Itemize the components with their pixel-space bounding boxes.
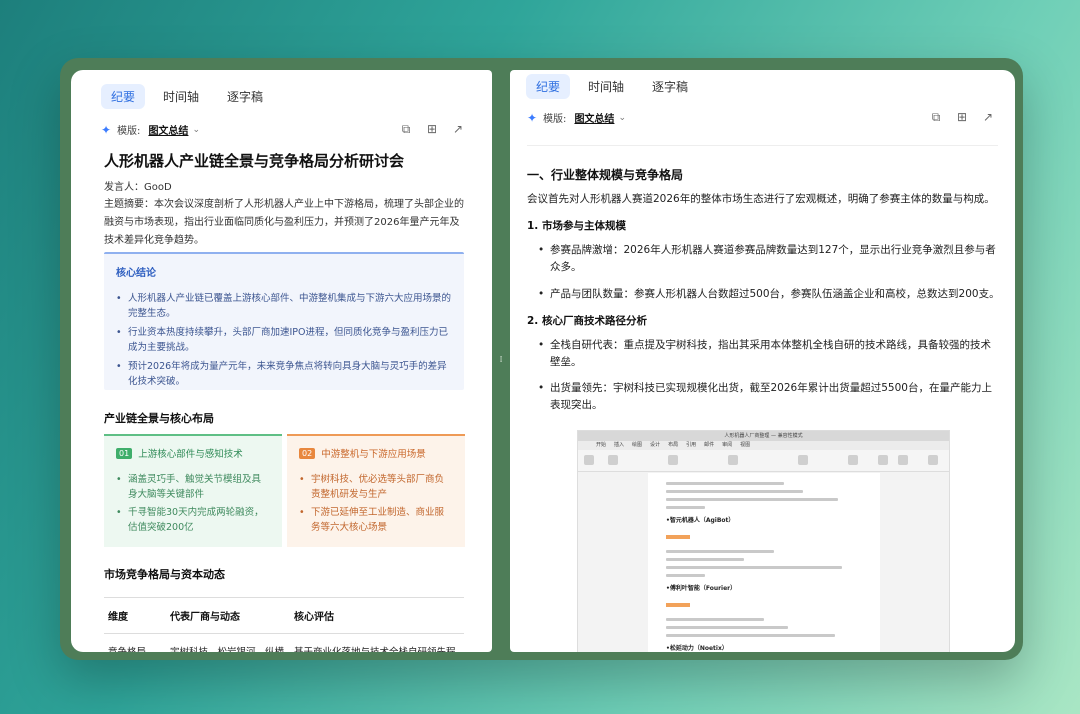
doc-heading: •傅利叶智能（Fourier） — [666, 585, 737, 592]
card-item: 宇树科技、优必选等头部厂商负责整机研发与生产 — [299, 472, 453, 502]
list-item: 全栈自研代表：重点提及宇树科技，指出其采用本体整机全栈自研的技术路线，具备较强的… — [538, 337, 1000, 371]
table-header: 代表厂商与动态 — [166, 597, 290, 634]
intro-paragraph: 会议首先对人形机器人赛道2026年的整体市场生态进行了宏观概述，明确了参赛主体的… — [527, 193, 995, 205]
doc-heading: •松延动力（Noetix） — [666, 645, 728, 652]
doc-menu: 开始 插入 绘图 设计 布局 引用 邮件 审阅 视图 — [578, 441, 949, 450]
card-badge: 01 — [116, 447, 133, 459]
doc-titlebar: 人形机器人厂商整理 — 兼容性模式 — [578, 431, 949, 441]
card-item: 千寻智能30天内完成两轮融资，估值突破200亿 — [116, 505, 270, 535]
header-divider — [527, 145, 998, 146]
doc-menu-item: 插入 — [614, 442, 625, 448]
template-value[interactable]: 图文总结 — [148, 122, 188, 137]
left-tab-bar: 纪要 时间轴 逐字稿 — [101, 84, 273, 109]
share-icon[interactable]: ↗ — [981, 110, 995, 124]
sparkle-icon: ✦ — [527, 110, 538, 125]
table-row: 竞争格局 宇树科技、松岩银河、纵横天宇等 基于商业化落地与技术全栈自研领先程度处… — [104, 634, 464, 652]
right-tab-bar: 纪要 时间轴 逐字稿 — [526, 74, 698, 99]
template-label: 模版: — [543, 114, 567, 125]
doc-ribbon — [578, 450, 949, 472]
doc-menu-item: 布局 — [668, 442, 679, 448]
template-label: 模版: — [117, 126, 141, 137]
table-header: 维度 — [104, 597, 166, 634]
copy-icon[interactable]: ⧉ — [929, 110, 943, 124]
left-panel: 纪要 时间轴 逐字稿 ✦ 模版: 图文总结 ⌄ ⧉ ⊞ ↗ 人形机器人产业链全景… — [71, 70, 492, 652]
doc-menu-item: 设计 — [650, 442, 661, 448]
competition-table: 维度 代表厂商与动态 核心评估 竞争格局 宇树科技、松岩银河、纵横天宇等 基于商… — [104, 597, 464, 652]
subsection-heading: 1. 市场参与主体规模 — [527, 220, 626, 232]
doc-menu-item: 绘图 — [632, 442, 643, 448]
embedded-document-screenshot: 人形机器人厂商整理 — 兼容性模式 开始 插入 绘图 设计 布局 引用 邮件 审… — [577, 430, 950, 652]
list-item: 产品与团队数量：参赛人形机器人台数超过500台，参赛队伍涵盖企业和高校，总数达到… — [538, 286, 1000, 303]
section-title-chain: 产业链全景与核心布局 — [104, 412, 214, 425]
doc-menu-item: 视图 — [740, 442, 751, 448]
section-heading: 一、行业整体规模与竞争格局 — [527, 168, 684, 182]
chevron-down-icon[interactable]: ⌄ — [192, 125, 200, 135]
chevron-down-icon[interactable]: ⌄ — [618, 113, 626, 123]
tab-transcript[interactable]: 逐字稿 — [642, 74, 698, 99]
right-panel: 纪要 时间轴 逐字稿 ✦ 模版: 图文总结 ⌄ ⧉ ⊞ ↗ 一、行业整体规模与竞… — [510, 70, 1015, 652]
tab-summary[interactable]: 纪要 — [526, 74, 571, 99]
card-upstream: 01 上游核心部件与感知技术 涵盖灵巧手、触觉关节模组及具身大脑等关键部件 千寻智… — [104, 434, 282, 547]
right-toolbar: ⧉ ⊞ ↗ — [929, 110, 995, 124]
doc-page: •智元机器人（AgiBot） •傅利叶智能（Fourier） •松延动力（Noe… — [648, 473, 880, 652]
section-title-market: 市场竞争格局与资本动态 — [104, 568, 225, 581]
app-frame: 纪要 时间轴 逐字稿 ✦ 模版: 图文总结 ⌄ ⧉ ⊞ ↗ 人形机器人产业链全景… — [60, 58, 1023, 660]
sparkle-icon: ✦ — [101, 122, 112, 137]
doc-menu-item: 引用 — [686, 442, 697, 448]
share-icon[interactable]: ↗ — [451, 122, 465, 136]
card-item: 涵盖灵巧手、触觉关节模组及具身大脑等关键部件 — [116, 472, 270, 502]
conclusion-item: 人形机器人产业链已覆盖上游核心部件、中游整机集成与下游六大应用场景的完整生态。 — [116, 291, 452, 321]
list-item: 参赛品牌激增：2026年人形机器人赛道参赛品牌数量达到127个，显示出行业竞争激… — [538, 242, 1000, 276]
list-item: 出货量领先：宇树科技已实现规模化出货，截至2026年累计出货量超过5500台，在… — [538, 380, 1000, 414]
conclusion-item: 行业资本热度持续攀升，头部厂商加速IPO进程，但同质化竞争与盈利压力已成为主要挑… — [116, 325, 452, 355]
copy-icon[interactable]: ⧉ — [399, 122, 413, 136]
tab-transcript[interactable]: 逐字稿 — [217, 84, 273, 109]
summary-text: 主题摘要：本次会议深度剖析了人形机器人产业上中下游格局，梳理了头部企业的融资与市… — [104, 199, 464, 246]
card-title: 中游整机与下游应用场景 — [321, 449, 426, 460]
export-icon[interactable]: ⊞ — [425, 122, 439, 136]
card-title: 上游核心部件与感知技术 — [138, 449, 243, 460]
conclusion-title: 核心结论 — [116, 268, 156, 279]
table-cell: 竞争格局 — [104, 634, 166, 652]
card-item: 下游已延伸至工业制造、商业服务等六大核心场景 — [299, 505, 453, 535]
doc-menu-item: 开始 — [596, 442, 607, 448]
table-cell: 基于商业化落地与技术全栈自研领先程度处于头部，持续占据份额 — [290, 634, 464, 652]
page-title: 人形机器人产业链全景与竞争格局分析研讨会 — [104, 152, 405, 170]
tab-summary[interactable]: 纪要 — [101, 84, 146, 109]
table-cell: 宇树科技、松岩银河、纵横天宇等 — [166, 634, 290, 652]
conclusion-item: 预计2026年将成为量产元年，未来竞争焦点将转向具身大脑与灵巧手的差异化技术突破… — [116, 359, 452, 389]
doc-menu-item: 邮件 — [704, 442, 715, 448]
template-selector[interactable]: ✦ 模版: 图文总结 ⌄ — [527, 110, 626, 126]
card-badge: 02 — [299, 447, 316, 459]
template-selector[interactable]: ✦ 模版: 图文总结 ⌄ — [101, 122, 200, 138]
export-icon[interactable]: ⊞ — [955, 110, 969, 124]
tab-timeline[interactable]: 时间轴 — [578, 74, 634, 99]
speaker: 发言人：GooD — [104, 182, 172, 193]
doc-heading: •智元机器人（AgiBot） — [666, 517, 735, 524]
doc-menu-item: 审阅 — [722, 442, 733, 448]
table-header-row: 维度 代表厂商与动态 核心评估 — [104, 597, 464, 634]
tab-timeline[interactable]: 时间轴 — [153, 84, 209, 109]
subsection-heading: 2. 核心厂商技术路径分析 — [527, 315, 647, 327]
panel-resize-handle[interactable]: ⁞ — [497, 353, 505, 367]
template-value[interactable]: 图文总结 — [574, 110, 614, 125]
left-toolbar: ⧉ ⊞ ↗ — [399, 122, 465, 136]
table-header: 核心评估 — [290, 597, 464, 634]
card-midstream: 02 中游整机与下游应用场景 宇树科技、优必选等头部厂商负责整机研发与生产 下游已… — [287, 434, 465, 547]
conclusion-box: 核心结论 人形机器人产业链已覆盖上游核心部件、中游整机集成与下游六大应用场景的完… — [104, 252, 464, 390]
